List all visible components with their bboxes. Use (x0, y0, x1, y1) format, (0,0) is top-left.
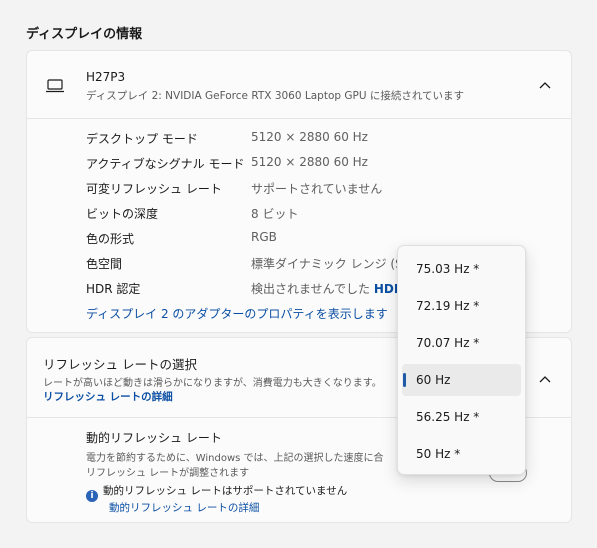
refresh-rate-description: レートが高いほど動きは滑らかになりますが、消費電力も大きくなります。 (43, 378, 382, 389)
refresh-rate-option[interactable]: 56.25 Hz * (402, 401, 521, 433)
dynamic-refresh-details-link[interactable]: 動的リフレッシュ レートの詳細 (109, 500, 259, 515)
dynamic-refresh-title: 動的リフレッシュ レート (86, 431, 222, 445)
chevron-up-icon[interactable] (539, 81, 551, 89)
info-value-bit-depth: 8 ビット (251, 207, 299, 221)
refresh-rate-details-link[interactable]: リフレッシュ レートの詳細 (43, 389, 173, 404)
refresh-rate-option[interactable]: 70.07 Hz * (402, 327, 521, 359)
info-label-variable-refresh-rate: 可変リフレッシュ レート (86, 182, 222, 196)
display-header[interactable]: H27P3 ディスプレイ 2: NVIDIA GeForce RTX 3060 … (27, 51, 571, 119)
selection-indicator (403, 373, 406, 387)
hdr-status-text: 検出されませんでした (251, 282, 371, 296)
display-description: ディスプレイ 2: NVIDIA GeForce RTX 3060 Laptop… (86, 90, 465, 102)
refresh-rate-dropdown-menu: 75.03 Hz * 72.19 Hz * 70.07 Hz * 60 Hz 5… (397, 245, 526, 475)
dynamic-refresh-description-line2: リフレッシュ レートが調整されます (86, 468, 250, 479)
refresh-rate-option-selected[interactable]: 60 Hz (402, 364, 521, 396)
laptop-icon (46, 79, 64, 93)
info-label-color-format: 色の形式 (86, 232, 135, 246)
info-value-hdr-certification: 検出されませんでした HDR (251, 280, 403, 297)
refresh-rate-title: リフレッシュ レートの選択 (43, 357, 197, 372)
dynamic-refresh-description-line1: 電力を節約するために、Windows では、上記の選択した速度に合 (86, 453, 384, 464)
info-label-active-signal-mode: アクティブなシグナル モード (86, 157, 245, 171)
info-label-desktop-mode: デスクトップ モード (86, 132, 198, 146)
info-value-variable-refresh-rate: サポートされていません (251, 182, 383, 196)
info-value-active-signal-mode: 5120 × 2880 60 Hz (251, 155, 368, 169)
selected-option-label: 60 Hz (416, 373, 451, 387)
info-label-color-space: 色空間 (86, 257, 123, 271)
info-value-color-format: RGB (251, 230, 277, 244)
refresh-rate-option[interactable]: 50 Hz * (402, 438, 521, 470)
display-name: H27P3 (86, 70, 126, 84)
dynamic-refresh-unsupported-note: 動的リフレッシュ レートはサポートされていません (103, 485, 348, 497)
info-label-bit-depth: ビットの深度 (86, 207, 159, 221)
info-icon: i (86, 490, 98, 502)
adapter-properties-link[interactable]: ディスプレイ 2 のアダプターのプロパティを表示します (86, 305, 388, 322)
section-title: ディスプレイの情報 (26, 27, 143, 42)
chevron-up-icon[interactable] (539, 375, 551, 383)
refresh-rate-option[interactable]: 72.19 Hz * (402, 290, 521, 322)
info-value-desktop-mode: 5120 × 2880 60 Hz (251, 130, 368, 144)
info-label-hdr-certification: HDR 認定 (86, 282, 141, 296)
info-value-color-space: 標準ダイナミック レンジ (SD (251, 257, 412, 271)
refresh-rate-option[interactable]: 75.03 Hz * (402, 253, 521, 285)
